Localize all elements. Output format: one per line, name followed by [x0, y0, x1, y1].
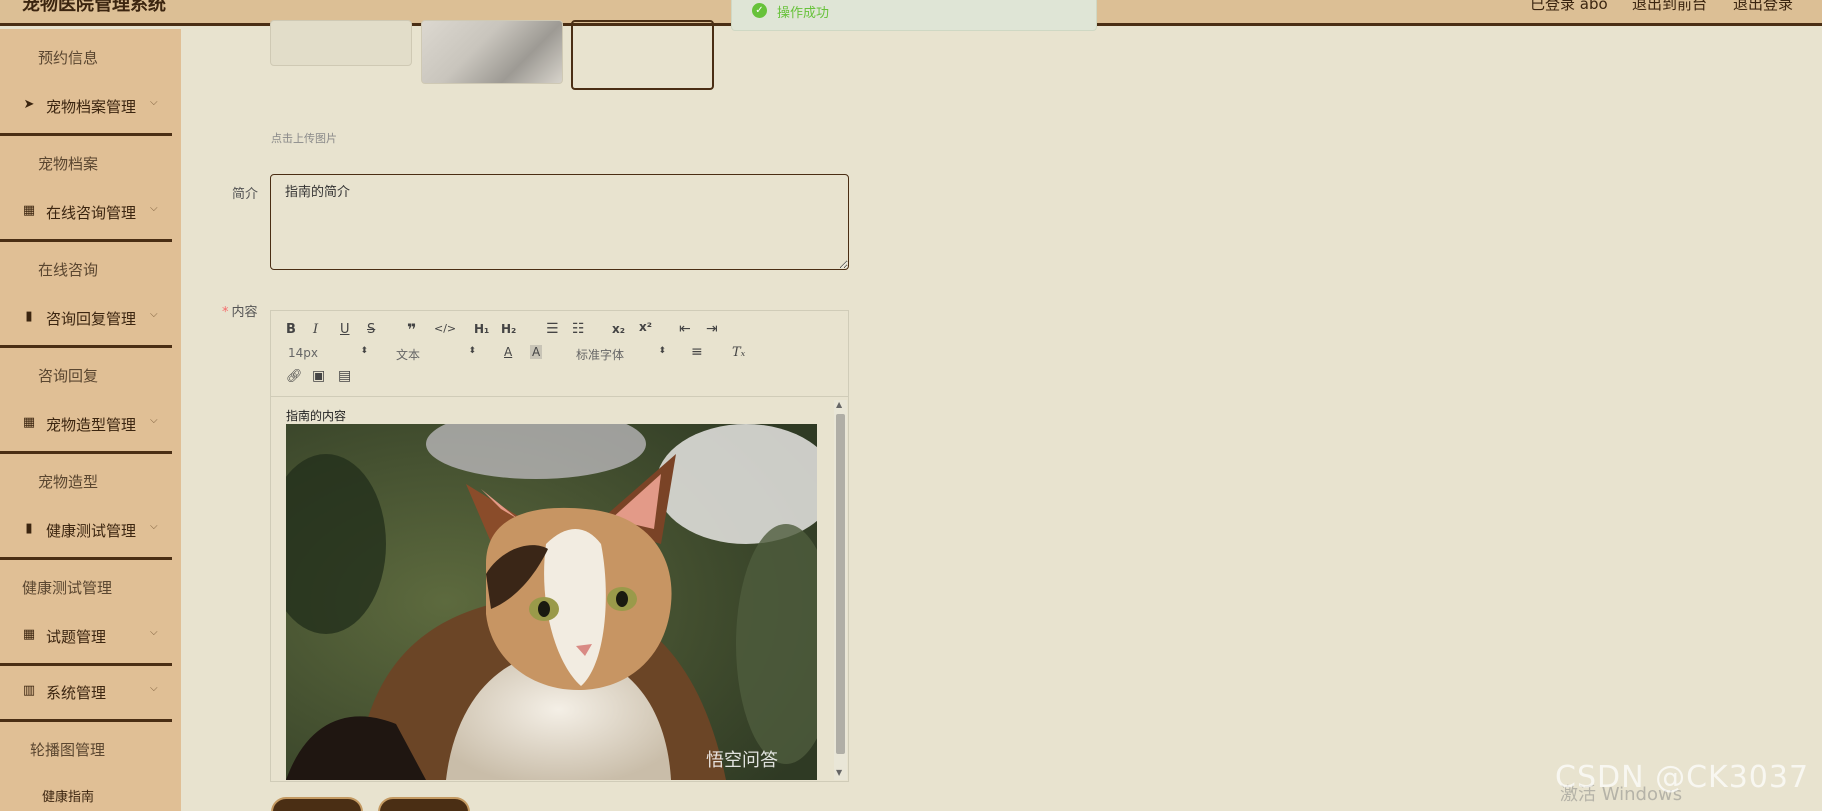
- content-label: * 内容: [222, 305, 258, 320]
- upload-add-button[interactable]: [571, 20, 714, 90]
- sidebar-item-consult-reply[interactable]: 咨询回复: [38, 365, 98, 386]
- underline-icon[interactable]: U: [340, 322, 350, 337]
- rich-text-editor: B I U S ❞ </> H₁ H₂ ☰ ☷ x₂ x² ⇤ ⇥ 14px ⬍ …: [270, 310, 849, 782]
- logout-link[interactable]: 退出登录: [1733, 0, 1793, 14]
- font-color-icon[interactable]: A: [504, 345, 512, 359]
- uploaded-image-thumbnail[interactable]: [270, 20, 412, 66]
- scroll-up-arrow-icon[interactable]: ▲: [836, 400, 842, 409]
- sidebar-item-carousel[interactable]: 轮播图管理: [30, 739, 105, 760]
- clipboard-icon: ▮: [25, 309, 33, 324]
- font-size-select[interactable]: 14px ⬍: [288, 346, 368, 360]
- font-family-select[interactable]: 标准字体 ⬍: [576, 346, 666, 363]
- chevron-down-icon: ⌵: [150, 683, 158, 694]
- bullet-list-icon[interactable]: ☷: [572, 321, 585, 337]
- chevron-down-icon: ⌵: [150, 97, 158, 108]
- sidebar-menu-questions[interactable]: ▦ 试题管理 ⌵: [0, 610, 172, 666]
- sidebar-menu-pet-records[interactable]: ➤ 宠物档案管理 ⌵: [0, 80, 172, 136]
- sidebar-menu-label: 健康测试管理: [46, 522, 137, 540]
- heading1-icon[interactable]: H₁: [474, 322, 489, 336]
- required-mark: *: [222, 305, 229, 320]
- bars-icon: ▥: [22, 683, 36, 698]
- subscript-icon[interactable]: x₂: [612, 322, 625, 336]
- editor-toolbar: B I U S ❞ </> H₁ H₂ ☰ ☷ x₂ x² ⇤ ⇥ 14px ⬍ …: [271, 311, 848, 397]
- sidebar-menu-pet-styling[interactable]: ▦ 宠物造型管理 ⌵: [0, 398, 172, 454]
- strikethrough-icon[interactable]: S: [367, 322, 375, 337]
- heading2-icon[interactable]: H₂: [501, 322, 516, 336]
- sidebar-menu-label: 咨询回复管理: [46, 310, 137, 328]
- bold-icon[interactable]: B: [286, 322, 296, 337]
- image-icon[interactable]: ▣: [312, 368, 325, 384]
- chevron-down-icon: ⌵: [150, 203, 158, 214]
- sidebar-menu-label: 宠物造型管理: [46, 416, 137, 434]
- sidebar-item-health-guide[interactable]: 健康指南: [42, 786, 94, 805]
- clear-format-icon[interactable]: Tₓ: [732, 345, 745, 360]
- editor-content-area[interactable]: 指南的内容 悟空问答 ▲ ▼: [271, 398, 848, 781]
- sidebar-menu-label: 系统管理: [46, 684, 107, 702]
- indent-icon[interactable]: ⇥: [706, 321, 718, 337]
- sidebar-menu-label: 试题管理: [46, 628, 107, 646]
- chevron-down-icon: ⌵: [150, 521, 158, 532]
- uploaded-image-thumbnail[interactable]: [421, 20, 563, 84]
- intro-label: 简介: [232, 187, 259, 202]
- sidebar: 预约信息 ➤ 宠物档案管理 ⌵ 宠物档案 ▦ 在线咨询管理 ⌵ 在线咨询 ▮ 咨…: [0, 29, 181, 811]
- select-arrow-icon: ⬍: [360, 346, 368, 356]
- scroll-down-arrow-icon[interactable]: ▼: [836, 768, 842, 777]
- csdn-watermark: CSDN @CK3037: [1555, 760, 1810, 795]
- image-watermark: 悟空问答: [706, 750, 778, 771]
- sidebar-menu-health-test[interactable]: ▮ 健康测试管理 ⌵: [0, 504, 172, 560]
- sidebar-menu-system[interactable]: ▥ 系统管理 ⌵: [0, 666, 172, 722]
- select-arrow-icon: ⬍: [468, 346, 476, 356]
- superscript-icon[interactable]: x²: [639, 320, 652, 334]
- heading-select[interactable]: 文本 ⬍: [396, 346, 476, 363]
- cat-photo: 悟空问答: [286, 424, 817, 780]
- upload-hint: 点击上传图片: [271, 132, 337, 145]
- chevron-down-icon: ⌵: [150, 627, 158, 638]
- select-arrow-icon: ⬍: [658, 346, 666, 356]
- code-block-icon[interactable]: </>: [434, 322, 456, 335]
- chevron-down-icon: ⌵: [150, 309, 158, 320]
- send-icon: ➤: [23, 97, 35, 112]
- editor-content-text: 指南的内容: [286, 409, 347, 423]
- link-icon[interactable]: 🔗︎: [286, 369, 303, 384]
- sidebar-menu-label: 在线咨询管理: [46, 204, 137, 222]
- sidebar-item-pet-records[interactable]: 宠物档案: [38, 153, 98, 174]
- video-icon[interactable]: ▤: [338, 368, 351, 384]
- ordered-list-icon[interactable]: ☰: [546, 321, 559, 337]
- blockquote-icon[interactable]: ❞: [407, 320, 416, 339]
- app-title: 宠物医院管理系统: [22, 0, 166, 15]
- grid-icon: ▦: [22, 203, 36, 218]
- success-check-icon: ✓: [752, 3, 767, 18]
- sidebar-menu-consult-reply[interactable]: ▮ 咨询回复管理 ⌵: [0, 292, 172, 348]
- background-color-icon[interactable]: A: [530, 345, 543, 359]
- grid-icon: ▦: [22, 627, 36, 642]
- chevron-down-icon: ⌵: [150, 415, 158, 426]
- front-page-link[interactable]: 退出到前台: [1632, 0, 1707, 14]
- cancel-button[interactable]: [378, 797, 470, 811]
- grid-icon: ▦: [22, 415, 36, 430]
- toast-message: 操作成功: [777, 6, 830, 21]
- sidebar-menu-label: 宠物档案管理: [46, 98, 137, 116]
- clipboard-icon: ▮: [25, 521, 33, 536]
- sidebar-item-pet-styling[interactable]: 宠物造型: [38, 471, 98, 492]
- sidebar-item-online-consult[interactable]: 在线咨询: [38, 259, 98, 280]
- sidebar-item-appointments[interactable]: 预约信息: [38, 47, 98, 68]
- outdent-icon[interactable]: ⇤: [679, 321, 691, 337]
- sidebar-menu-online-consult[interactable]: ▦ 在线咨询管理 ⌵: [0, 186, 172, 242]
- align-icon[interactable]: ≡: [691, 344, 703, 360]
- scrollbar-thumb[interactable]: [836, 414, 845, 754]
- editor-scrollbar[interactable]: ▲ ▼: [834, 400, 847, 780]
- cat-photo-image: 悟空问答: [286, 424, 817, 780]
- success-toast: ✓ 操作成功: [731, 0, 1097, 31]
- submit-button[interactable]: [271, 797, 363, 811]
- current-user-link[interactable]: 已登录 abo: [1530, 0, 1608, 14]
- sidebar-item-health-test[interactable]: 健康测试管理: [22, 577, 112, 598]
- italic-icon[interactable]: I: [313, 322, 318, 337]
- intro-textarea[interactable]: 指南的简介: [270, 174, 849, 270]
